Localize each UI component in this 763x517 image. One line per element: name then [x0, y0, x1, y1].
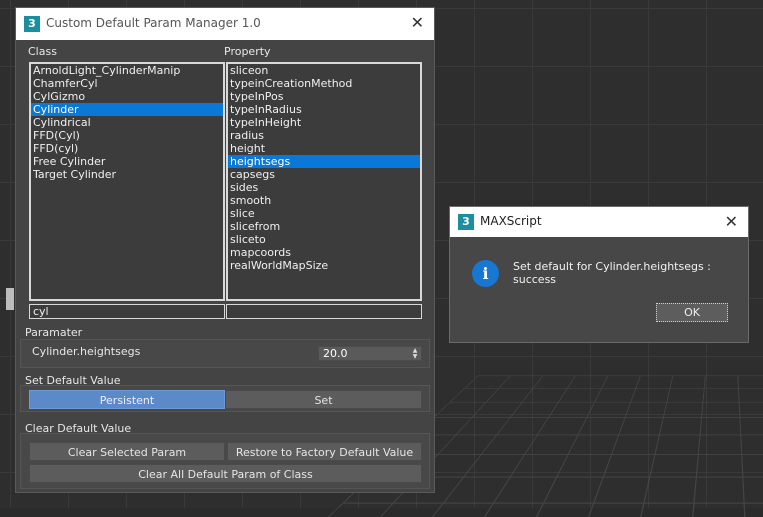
property-list-item[interactable]: slice: [228, 207, 420, 220]
param-manager-window: 3 Custom Default Param Manager 1.0 ✕ Cla…: [15, 7, 435, 493]
class-filter-input[interactable]: cyl: [29, 304, 225, 319]
maxscript-dialog: 3 MAXScript ✕ i Set default for Cylinder…: [449, 206, 749, 343]
property-filter-input[interactable]: [226, 304, 422, 319]
property-list-item[interactable]: sliceon: [228, 64, 420, 77]
property-list-item[interactable]: sliceto: [228, 233, 420, 246]
parameter-value-spinner[interactable]: 20.0 ▲ ▼: [318, 346, 422, 361]
class-list-item[interactable]: Cylinder: [31, 103, 223, 116]
param-manager-titlebar[interactable]: 3 Custom Default Param Manager 1.0 ✕: [16, 8, 434, 40]
window-title: Custom Default Param Manager 1.0: [46, 16, 261, 30]
parameter-value: 20.0: [323, 347, 348, 360]
property-list-item[interactable]: slicefrom: [228, 220, 420, 233]
property-label: Property: [224, 45, 271, 58]
restore-factory-default-button[interactable]: Restore to Factory Default Value: [227, 442, 422, 461]
class-list-item[interactable]: Cylindrical: [31, 116, 223, 129]
property-list-item[interactable]: realWorldMapSize: [228, 259, 420, 272]
property-list-item[interactable]: mapcoords: [228, 246, 420, 259]
dialog-title: MAXScript: [480, 214, 542, 228]
close-icon[interactable]: ✕: [725, 212, 738, 231]
property-list-item[interactable]: sides: [228, 181, 420, 194]
parameter-group-label: Paramater: [25, 326, 83, 339]
persistent-button[interactable]: Persistent: [29, 390, 225, 409]
set-button[interactable]: Set: [225, 390, 422, 409]
class-list-item[interactable]: ChamferCyl: [31, 77, 223, 90]
class-list-item[interactable]: CylGizmo: [31, 90, 223, 103]
information-icon: i: [472, 260, 499, 287]
property-listbox[interactable]: sliceon typeinCreationMethod typeInPos type…: [226, 62, 422, 301]
app-logo-icon: 3: [24, 16, 40, 32]
parameter-name: Cylinder.heightsegs: [32, 345, 141, 358]
class-list-item[interactable]: Target Cylinder: [31, 168, 223, 181]
class-list-item[interactable]: Free Cylinder: [31, 155, 223, 168]
ok-button[interactable]: OK: [656, 303, 728, 322]
property-list-item[interactable]: typeInHeight: [228, 116, 420, 129]
dialog-message: Set default for Cylinder.heightsegs : su…: [513, 260, 711, 286]
property-list-item[interactable]: typeInPos: [228, 90, 420, 103]
property-list-item[interactable]: typeinCreationMethod: [228, 77, 420, 90]
class-label: Class: [28, 45, 57, 58]
property-list-item[interactable]: capsegs: [228, 168, 420, 181]
property-list-item[interactable]: height: [228, 142, 420, 155]
class-listbox[interactable]: ArnoldLight_CylinderManip ChamferCyl CylGi…: [29, 62, 225, 301]
clear-selected-param-button[interactable]: Clear Selected Param: [29, 442, 225, 461]
property-list-item[interactable]: heightsegs: [228, 155, 420, 168]
class-list-item[interactable]: FFD(Cyl): [31, 129, 223, 142]
class-list-item[interactable]: FFD(cyl): [31, 142, 223, 155]
app-logo-icon: 3: [458, 214, 474, 230]
spinner-arrows-icon[interactable]: ▲ ▼: [411, 348, 419, 360]
property-list-item[interactable]: radius: [228, 129, 420, 142]
clear-all-default-param-button[interactable]: Clear All Default Param of Class: [29, 464, 422, 483]
close-icon[interactable]: ✕: [411, 13, 424, 32]
class-list-item[interactable]: ArnoldLight_CylinderManip: [31, 64, 223, 77]
property-list-item[interactable]: typeInRadius: [228, 103, 420, 116]
property-list-item[interactable]: smooth: [228, 194, 420, 207]
maxscript-titlebar[interactable]: 3 MAXScript ✕: [450, 207, 748, 237]
viewport-edge-handle: [6, 288, 14, 310]
